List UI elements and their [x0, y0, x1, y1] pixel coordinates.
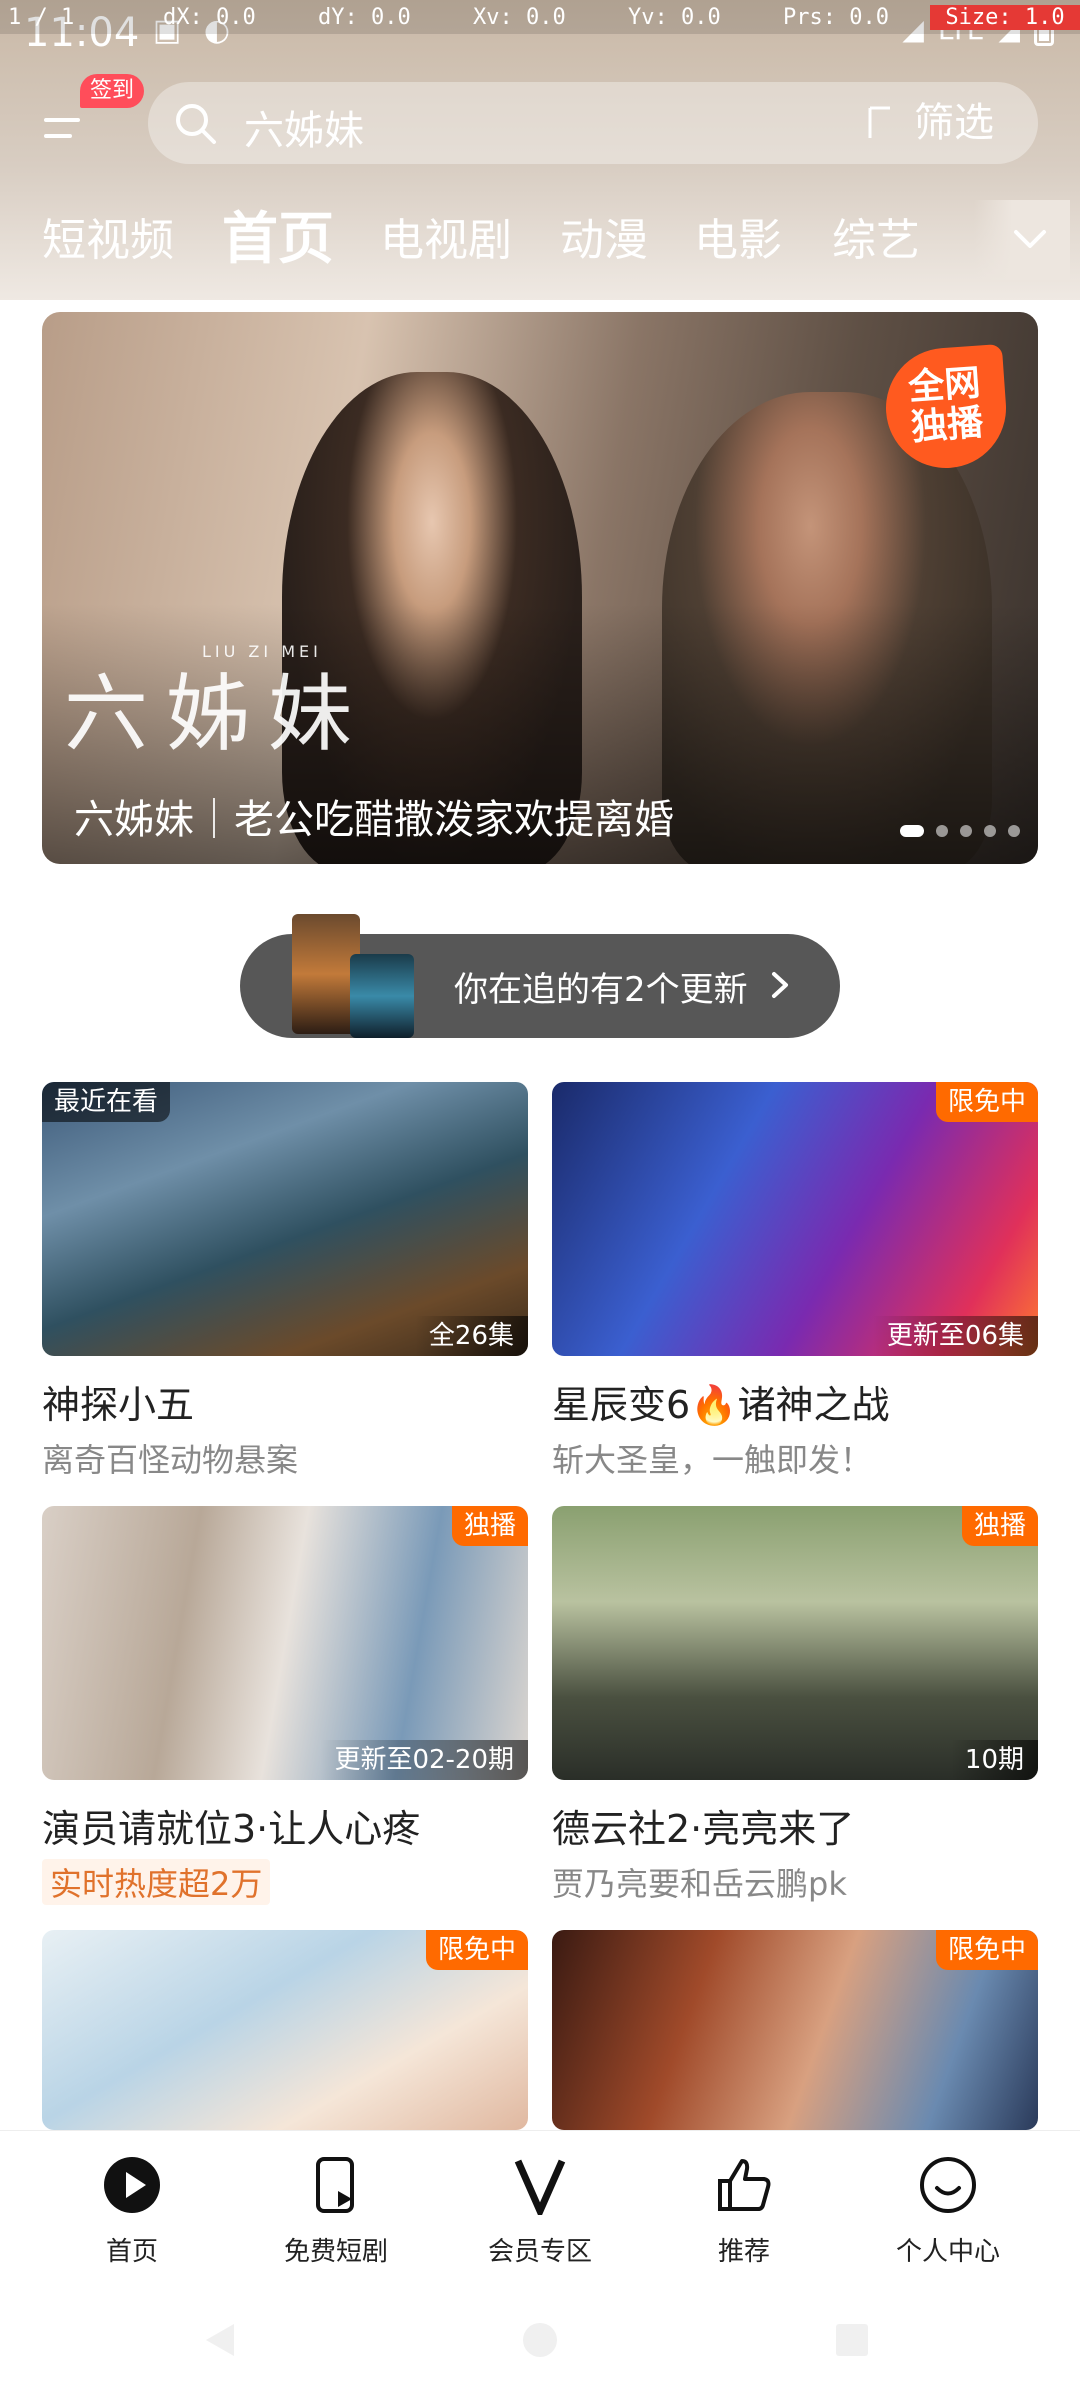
banner-caption: 六姊妹｜老公吃醋撒泼家欢提离婚	[74, 797, 674, 843]
debug-dx: dX: 0.0	[163, 4, 256, 30]
video-card[interactable]: 独播 更新至02-20期 演员请就位3·让人心疼 实时热度超2万	[42, 1506, 528, 1909]
exclusive-badge-line2: 独播	[909, 402, 985, 449]
tab-short-video[interactable]: 短视频	[42, 204, 174, 268]
sign-in-badge[interactable]: 签到	[80, 74, 145, 108]
debug-yv: Yv: 0.0	[628, 4, 721, 30]
recents-icon[interactable]	[832, 2320, 872, 2360]
nav-free-short-drama[interactable]: 免费短剧	[236, 2131, 436, 2275]
episode-count: 更新至02-20期	[320, 1740, 528, 1780]
chevron-down-icon	[1014, 230, 1046, 248]
search-icon	[176, 104, 216, 144]
video-subtitle: 离奇百怪动物悬案	[42, 1441, 299, 1479]
search-placeholder: 六姊妹	[244, 108, 364, 154]
phone-play-icon	[316, 2157, 354, 2213]
smile-icon	[920, 2157, 976, 2213]
video-thumbnail: 最近在看 全26集	[42, 1082, 528, 1356]
nav-vip-zone[interactable]: 会员专区	[440, 2131, 640, 2275]
video-thumbnail: 独播 更新至02-20期	[42, 1506, 528, 1780]
thumbs-up-icon	[718, 2159, 771, 2211]
chevron-right-icon	[772, 972, 788, 998]
recently-watched-tag: 最近在看	[42, 1082, 171, 1122]
nav-profile[interactable]: 个人中心	[848, 2131, 1048, 2275]
system-navigation-bar	[0, 2274, 1080, 2400]
pager-dot	[900, 825, 924, 837]
filter-label: 筛选	[914, 100, 994, 146]
episode-count: 更新至06集	[872, 1316, 1038, 1356]
episode-count: 全26集	[414, 1316, 528, 1356]
tab-movie[interactable]: 电影	[694, 204, 782, 268]
channel-more-button[interactable]	[974, 200, 1070, 280]
video-card[interactable]: 限免中	[42, 1930, 528, 2130]
tab-home[interactable]: 首页	[222, 194, 334, 275]
thumbnail-art	[552, 1082, 1038, 1356]
follow-updates-pill[interactable]: 你在追的有2个更新	[240, 914, 840, 1038]
video-subtitle: 斩大圣皇，一触即发！	[552, 1441, 873, 1479]
nav-home[interactable]: 首页	[32, 2131, 232, 2275]
video-card[interactable]: 独播 10期 德云社2·亮亮来了 贾乃亮要和岳云鹏pk	[552, 1506, 1038, 1905]
debug-dy: dY: 0.0	[318, 4, 411, 30]
debug-prs: Prs: 0.0	[783, 4, 889, 30]
video-title: 德云社2·亮亮来了	[552, 1807, 855, 1851]
video-card[interactable]: 限免中	[552, 1930, 1038, 2130]
follow-updates-text: 你在追的有2个更新	[454, 970, 748, 1010]
tab-tv-series[interactable]: 电视剧	[380, 204, 512, 268]
play-circle-icon	[104, 2157, 160, 2213]
video-title: 演员请就位3·让人心疼	[42, 1807, 421, 1851]
filter-button[interactable]: 筛选	[864, 92, 1002, 154]
video-card[interactable]: 最近在看 全26集 神探小五 离奇百怪动物悬案	[42, 1082, 528, 1481]
pager-dot	[960, 825, 972, 837]
tab-anime[interactable]: 动漫	[560, 204, 648, 268]
channel-tabs: 短视频 首页 电视剧 动漫 电影 综艺	[0, 182, 1080, 292]
thumbnail-art	[552, 1506, 1038, 1780]
debug-size: Size: 1.0	[930, 4, 1080, 30]
nav-recommend[interactable]: 推荐	[644, 2131, 844, 2275]
free-limited-tag: 限免中	[935, 1930, 1038, 1970]
pager-dot	[1008, 825, 1020, 837]
video-thumbnail: 限免中	[552, 1930, 1038, 2130]
episode-count: 10期	[950, 1740, 1038, 1780]
banner-logo: 六姊妹	[64, 665, 371, 763]
video-thumbnail: 限免中 更新至06集	[552, 1082, 1038, 1356]
back-icon[interactable]	[200, 2320, 240, 2360]
vip-v-icon	[514, 2159, 566, 2215]
free-limited-tag: 限免中	[935, 1082, 1038, 1122]
exclusive-tag: 独播	[451, 1506, 528, 1546]
pointer-debug-overlay: 1 / 1 dX: 0.0 dY: 0.0 Xv: 0.0 Yv: 0.0 Pr…	[0, 0, 1080, 34]
nav-vip-zone-label: 会员专区	[487, 2237, 592, 2267]
pager-dot	[936, 825, 948, 837]
debug-xv: Xv: 0.0	[473, 4, 566, 30]
filter-icon	[868, 106, 890, 138]
video-thumbnail: 限免中	[42, 1930, 528, 2130]
menu-button[interactable]	[34, 108, 98, 156]
home-icon[interactable]	[520, 2320, 560, 2360]
thumbnail-art	[42, 1082, 528, 1356]
hero-banner[interactable]: LIU ZI MEI 六姊妹 全网 独播 六姊妹｜老公吃醋撒泼家欢提离婚	[42, 312, 1038, 864]
thumbnail-art	[42, 1506, 528, 1780]
menu-icon	[44, 118, 80, 122]
follow-thumbnail	[350, 954, 414, 1038]
menu-icon-bar	[44, 134, 72, 138]
nav-home-label: 首页	[105, 2237, 158, 2267]
video-subtitle: 贾乃亮要和岳云鹏pk	[552, 1865, 847, 1903]
nav-free-short-drama-label: 免费短剧	[283, 2237, 388, 2267]
exclusive-tag: 独播	[961, 1506, 1038, 1546]
video-title: 神探小五	[42, 1383, 195, 1427]
search-bar[interactable]: 六姊妹 筛选	[148, 82, 1038, 164]
tab-variety[interactable]: 综艺	[832, 204, 920, 268]
video-title: 星辰变6🔥诸神之战	[552, 1383, 890, 1427]
video-card[interactable]: 限免中 更新至06集 星辰变6🔥诸神之战 斩大圣皇，一触即发！	[552, 1082, 1038, 1481]
banner-pager	[900, 825, 1020, 837]
free-limited-tag: 限免中	[425, 1930, 528, 1970]
nav-profile-label: 个人中心	[895, 2237, 1000, 2267]
hot-score-tag: 实时热度超2万	[42, 1859, 271, 1905]
bottom-navigation: 首页 免费短剧 会员专区 推荐 个人中心	[0, 2130, 1080, 2274]
nav-recommend-label: 推荐	[717, 2237, 770, 2267]
pager-dot	[984, 825, 996, 837]
video-thumbnail: 独播 10期	[552, 1506, 1038, 1780]
debug-pointer: 1 / 1	[8, 4, 75, 30]
